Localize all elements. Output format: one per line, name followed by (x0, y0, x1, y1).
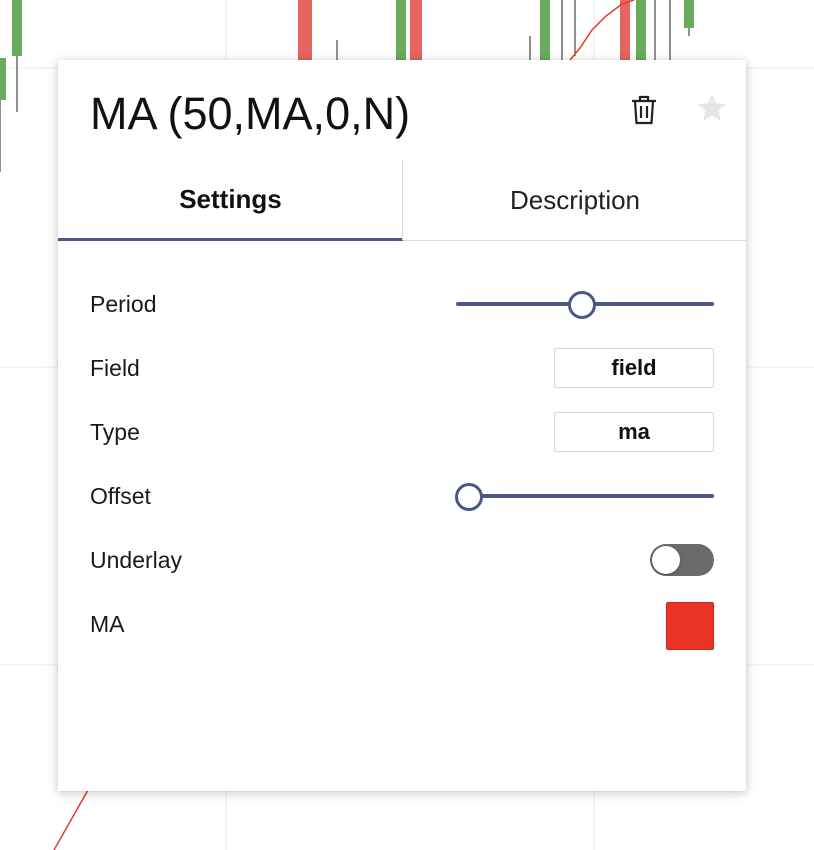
delete-button[interactable] (624, 90, 664, 130)
period-slider-thumb[interactable] (568, 291, 597, 319)
favorite-button[interactable] (692, 88, 732, 128)
underlay-toggle[interactable] (650, 544, 714, 576)
offset-slider-thumb[interactable] (454, 483, 483, 511)
tab-description[interactable]: Description (404, 160, 746, 240)
type-label: Type (90, 419, 140, 445)
offset-label: Offset (90, 483, 151, 509)
period-label: Period (90, 291, 157, 317)
field-label: Field (90, 355, 140, 381)
setting-row-ma-color: MA (58, 599, 746, 650)
setting-row-underlay: Underlay (58, 535, 746, 585)
underlay-toggle-knob[interactable] (652, 546, 680, 574)
dialog-title: MA (50,MA,0,N) (90, 88, 411, 139)
tab-divider (402, 160, 403, 240)
dialog-tabs: Settings Description (58, 160, 746, 241)
ma-color-swatch[interactable] (666, 602, 714, 650)
type-select[interactable]: ma (554, 412, 714, 452)
underlay-label: Underlay (90, 547, 183, 573)
setting-row-period: Period (58, 279, 746, 329)
setting-row-offset: Offset (58, 471, 746, 521)
tab-settings[interactable]: Settings (58, 160, 403, 241)
setting-row-field: Field field (58, 343, 746, 393)
field-select[interactable]: field (554, 348, 714, 388)
period-slider[interactable] (456, 291, 714, 319)
trash-icon (632, 95, 656, 125)
ma-color-label: MA (90, 611, 125, 637)
indicator-settings-dialog: MA (50,MA,0,N) Settings Description Peri… (58, 60, 746, 791)
setting-row-type: Type ma (58, 407, 746, 457)
star-icon (697, 93, 727, 121)
offset-slider[interactable] (454, 483, 714, 511)
offset-slider-track[interactable] (456, 494, 714, 498)
